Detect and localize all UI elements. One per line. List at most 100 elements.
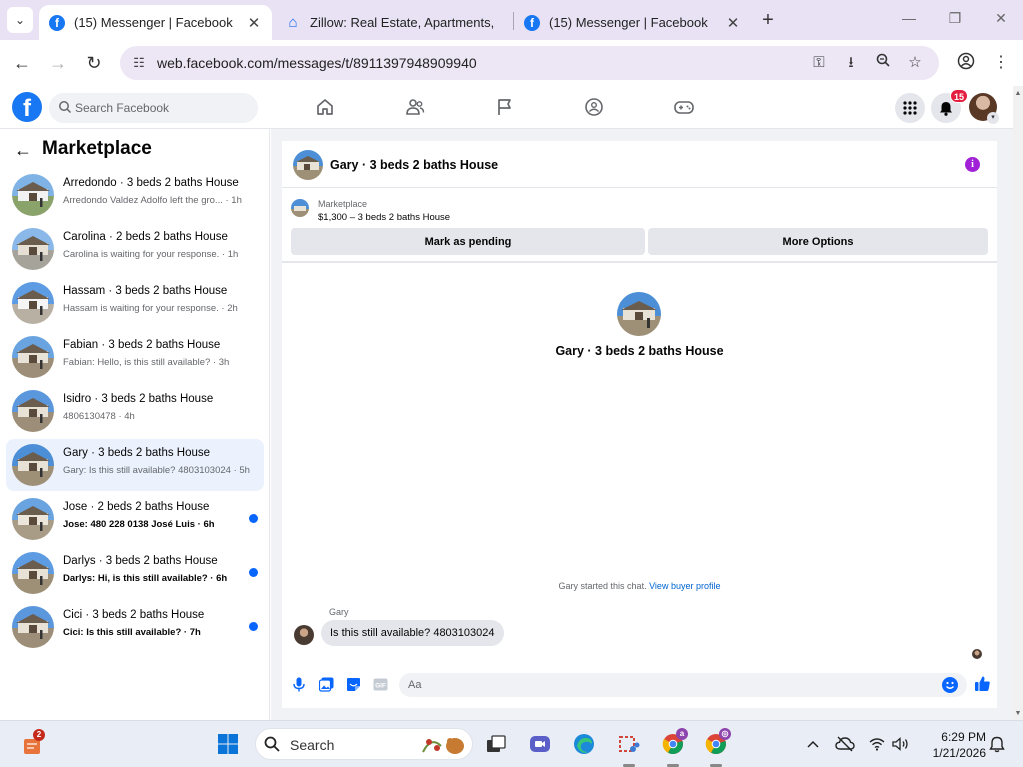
pages-flag-icon[interactable] — [494, 96, 516, 118]
listing-thumbnail — [12, 606, 54, 648]
browser-menu-icon[interactable]: ⋮ — [990, 52, 1012, 74]
reload-button[interactable]: ↻ — [83, 52, 105, 74]
chat-avatar[interactable] — [293, 150, 323, 180]
listing-thumbnail — [12, 498, 54, 540]
search-input[interactable] — [75, 93, 250, 123]
facebook-icon: f — [524, 14, 540, 31]
teams-meet-icon[interactable] — [527, 731, 553, 757]
site-info-icon[interactable]: ☷ — [130, 54, 148, 72]
new-tab-button[interactable]: + — [757, 9, 779, 31]
scroll-up-icon[interactable]: ▲ — [1014, 90, 1022, 98]
like-thumbs-up-icon[interactable] — [973, 674, 991, 692]
chat-started-notice: Gary started this chat. View buyer profi… — [282, 581, 997, 591]
snipping-tool-icon[interactable] — [616, 731, 642, 757]
conversation-name: Carolina · 2 beds 2 baths House — [63, 231, 228, 243]
close-tab-icon[interactable]: ✕ — [246, 14, 262, 32]
wifi-icon[interactable] — [864, 731, 890, 757]
facebook-icon: f — [49, 14, 65, 31]
minimize-icon[interactable]: — — [899, 10, 919, 26]
listing-thumbnail — [12, 552, 54, 594]
back-button[interactable]: ← — [11, 52, 33, 74]
friends-icon[interactable] — [404, 96, 426, 118]
browser-tab-messenger-1[interactable]: f (15) Messenger | Facebook ✕ — [39, 5, 272, 40]
gif-icon[interactable]: GIF — [372, 676, 388, 692]
notification-center-bell-icon[interactable] — [984, 731, 1010, 757]
conversation-item[interactable]: Cici · 3 beds 2 baths House Cici: Is this… — [6, 601, 264, 653]
profile-icon[interactable] — [955, 52, 977, 74]
conversation-item[interactable]: Arredondo · 3 beds 2 baths House Arredond… — [6, 169, 264, 221]
show-hidden-icons-chevron-icon[interactable] — [800, 731, 826, 757]
close-tab-icon[interactable]: ✕ — [725, 14, 741, 32]
menu-grid-button[interactable] — [895, 93, 925, 123]
emoji-icon[interactable] — [942, 677, 958, 693]
zillow-icon: ⌂ — [288, 14, 298, 31]
home-icon[interactable] — [314, 96, 336, 118]
facebook-header: f 15 ▾ — [0, 86, 1013, 129]
window-close-icon[interactable]: ✕ — [991, 10, 1011, 27]
listing-price[interactable]: $1,300 – 3 beds 2 baths House — [318, 212, 450, 223]
conversation-name: Jose · 2 beds 2 baths House — [63, 501, 210, 513]
message-sender: Gary — [329, 607, 349, 617]
browser-tab-zillow[interactable]: ⌂ Zillow: Real Estate, Apartments, — [275, 5, 510, 40]
facebook-logo[interactable]: f — [12, 92, 42, 122]
conversation-item[interactable]: Fabian · 3 beds 2 baths House Fabian: Hel… — [6, 331, 264, 383]
conversation-preview: Cici: Is this still available? · 7h — [63, 627, 201, 638]
start-windows-icon[interactable] — [215, 731, 241, 757]
url-text[interactable]: web.facebook.com/messages/t/891139794890… — [157, 55, 477, 71]
photo-icon[interactable] — [318, 676, 334, 692]
listing-thumbnail — [12, 228, 54, 270]
taskbar-search[interactable]: Search — [255, 728, 473, 760]
message-bubble[interactable]: Is this still available? 4803103024 — [321, 620, 504, 646]
sticker-icon[interactable] — [345, 676, 361, 692]
cloud-sync-off-icon[interactable] — [832, 731, 858, 757]
conversation-item[interactable]: Hassam · 3 beds 2 baths House Hassam is w… — [6, 277, 264, 329]
conversation-preview: Darlys: Hi, is this still available? · 6… — [63, 573, 228, 584]
windows-taskbar: 2 Search a ◎ 6:29 PM 1/21/2026 — [0, 720, 1023, 767]
chrome-profile-badge: a — [676, 728, 688, 740]
read-receipt-avatar — [972, 649, 982, 659]
message-composer[interactable] — [399, 673, 967, 697]
zoom-icon[interactable] — [873, 53, 893, 73]
sender-avatar[interactable] — [294, 625, 314, 645]
conversation-name: Gary · 3 beds 2 baths House — [555, 344, 724, 358]
info-icon[interactable]: i — [965, 157, 980, 172]
browser-tab-messenger-2[interactable]: f (15) Messenger | Facebook ✕ — [514, 5, 751, 40]
system-clock[interactable]: 6:29 PM 1/21/2026 — [920, 729, 986, 761]
chat-title[interactable]: Gary · 3 beds 2 baths House — [330, 158, 498, 172]
conversation-preview: Hassam is waiting for your response. · 2… — [63, 303, 238, 314]
conversation-name: Fabian · 3 beds 2 baths House — [63, 339, 221, 351]
scroll-down-icon[interactable]: ▼ — [1014, 710, 1022, 718]
install-app-icon[interactable]: ⭳ — [841, 53, 861, 73]
back-arrow-icon[interactable]: ← — [14, 140, 32, 161]
volume-icon[interactable] — [888, 731, 914, 757]
restore-icon[interactable]: ❐ — [945, 10, 965, 27]
conversation-item[interactable]: Jose · 2 beds 2 baths House Jose: 480 228… — [6, 493, 264, 545]
chevron-down-icon[interactable]: ▾ — [987, 112, 999, 124]
conversation-item[interactable]: Isidro · 3 beds 2 baths House 4806130478 … — [6, 385, 264, 437]
tab-search-button[interactable]: ⌄ — [7, 7, 33, 33]
password-key-icon[interactable]: ⚿ — [809, 53, 829, 73]
mark-as-pending-button[interactable]: Mark as pending — [291, 228, 645, 255]
conversation-name: Gary · 3 beds 2 baths House — [63, 447, 211, 459]
task-view-icon[interactable] — [483, 731, 509, 757]
listing-thumbnail[interactable] — [291, 199, 309, 217]
facebook-search[interactable] — [49, 93, 258, 123]
conversation-item[interactable]: Darlys · 3 beds 2 baths House Darlys: Hi,… — [6, 547, 264, 599]
bookmark-star-icon[interactable]: ☆ — [905, 53, 925, 73]
chat-header: Gary · 3 beds 2 baths House i — [282, 141, 997, 188]
address-bar[interactable]: ☷ web.facebook.com/messages/t/8911397948… — [120, 46, 939, 80]
unread-dot — [249, 622, 258, 631]
gaming-icon[interactable] — [673, 96, 695, 118]
more-options-button[interactable]: More Options — [648, 228, 988, 255]
edge-browser-icon[interactable] — [571, 731, 597, 757]
view-buyer-profile-link[interactable]: View buyer profile — [649, 581, 720, 591]
forward-button[interactable]: → — [47, 52, 69, 74]
page-scrollbar[interactable]: ▲ ▼ — [1013, 86, 1023, 720]
message-input[interactable] — [408, 673, 928, 697]
tab-title: (15) Messenger | Facebook — [549, 15, 708, 30]
microphone-icon[interactable] — [291, 676, 307, 692]
taskbar-search-label: Search — [290, 737, 335, 753]
conversation-item[interactable]: Carolina · 2 beds 2 baths House Carolina … — [6, 223, 264, 275]
groups-icon[interactable] — [583, 96, 605, 118]
conversation-item[interactable]: Gary · 3 beds 2 baths House Gary: Is this… — [6, 439, 264, 491]
